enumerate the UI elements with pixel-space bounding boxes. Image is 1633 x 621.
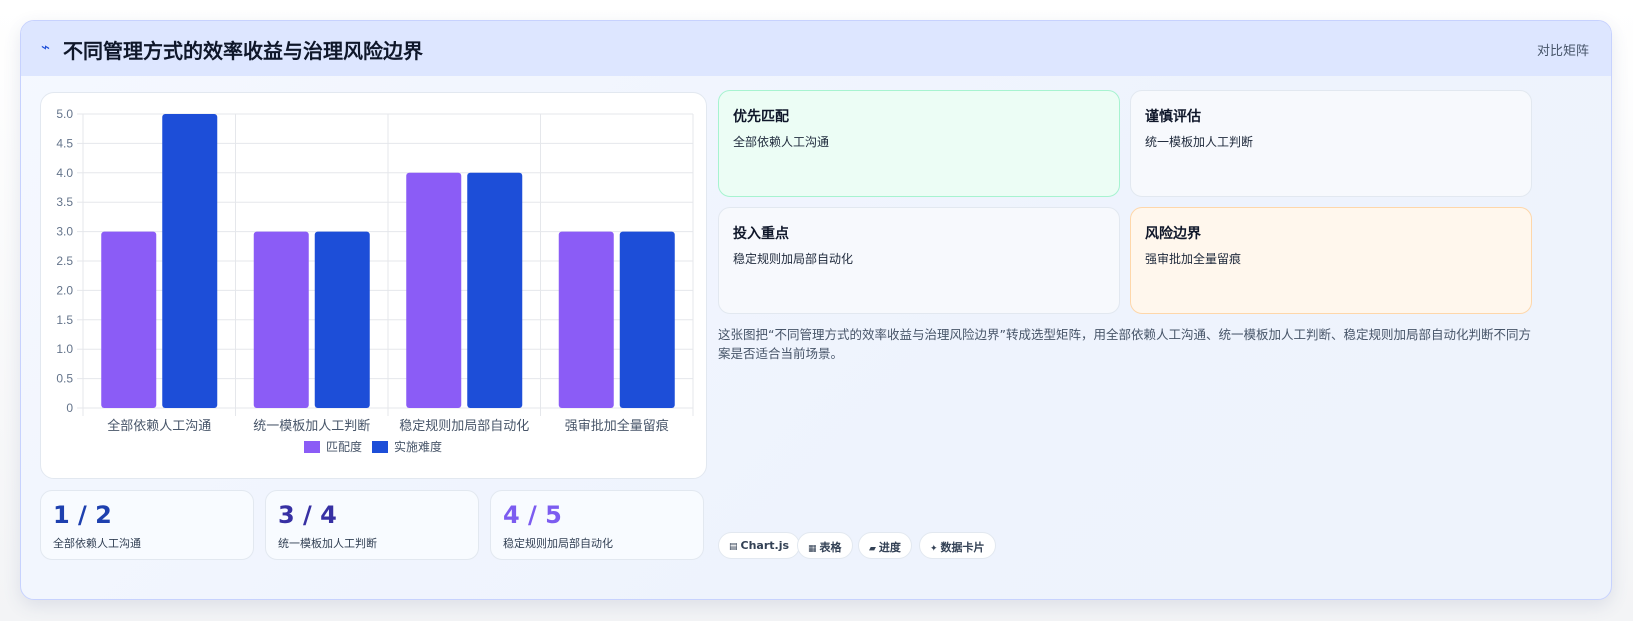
legend-swatch xyxy=(304,441,320,453)
kpi-card-1: 1 / 2 全部依赖人工沟通 xyxy=(40,490,254,560)
chart-icon: ▤ xyxy=(729,542,738,552)
legend-label: 匹配度 xyxy=(326,439,362,454)
matrix-card-title: 优先匹配 xyxy=(733,109,789,125)
tag-label: 数据卡片 xyxy=(940,541,985,554)
tag-table[interactable]: ▦ 表格 xyxy=(797,532,853,559)
kpi-label: 稳定规则加局部自动化 xyxy=(503,537,613,550)
x-tick-label: 强审批加全量留痕 xyxy=(565,418,669,434)
bar-difficulty xyxy=(162,114,218,408)
y-tick-label: 3.0 xyxy=(56,225,73,239)
y-tick-label: 4.0 xyxy=(56,166,73,180)
matrix-card-title: 投入重点 xyxy=(733,226,789,242)
matrix-card-text: 统一模板加人工判断 xyxy=(1145,135,1254,149)
tag-progress[interactable]: ▰ 进度 xyxy=(858,532,912,559)
y-tick-label: 2.0 xyxy=(56,283,73,297)
y-tick-label: 4.5 xyxy=(56,136,73,150)
card-header: ⌁ 不同管理方式的效率收益与治理风险边界 对比矩阵 xyxy=(21,21,1611,76)
matrix-card-text: 全部依赖人工沟通 xyxy=(733,135,830,149)
matrix-card-title: 风险边界 xyxy=(1145,226,1201,242)
legend-swatch xyxy=(372,441,388,453)
matrix-card-careful-eval: 谨慎评估 统一模板加人工判断 xyxy=(1130,90,1532,197)
dashboard-card: ⌁ 不同管理方式的效率收益与治理风险边界 对比矩阵 0 0.5 1.0 1.5 2.0 2… xyxy=(20,20,1612,600)
tag-data-card[interactable]: ✦ 数据卡片 xyxy=(919,532,996,559)
matrix-card-text: 强审批加全量留痕 xyxy=(1145,252,1242,266)
tag-label: 表格 xyxy=(819,541,842,554)
tag-label: Chart.js xyxy=(740,539,790,552)
bar-chart: 0 0.5 1.0 1.5 2.0 2.5 3.0 3.5 4.0 4.5 5.0 全部依赖人工沟通 统… xyxy=(56,107,694,454)
matrix-card-text: 稳定规则加局部自动化 xyxy=(733,252,854,266)
bar-difficulty xyxy=(314,231,370,408)
view-type-label: 对比矩阵 xyxy=(1536,44,1589,59)
kpi-label: 统一模板加人工判断 xyxy=(278,537,377,550)
kpi-value: 4 / 5 xyxy=(503,501,562,529)
tag-chartjs[interactable]: ▤ Chart.js xyxy=(718,532,801,559)
bar-chart-panel: 0 0.5 1.0 1.5 2.0 2.5 3.0 3.5 4.0 4.5 5.0 全部依赖人工沟通 统… xyxy=(40,92,707,479)
matrix-card-title: 谨慎评估 xyxy=(1145,109,1201,125)
y-tick-label: 5.0 xyxy=(56,107,73,121)
matrix-description: 这张图把“不同管理方式的效率收益与治理风险边界”转成选型矩阵，用全部依赖人工沟通… xyxy=(718,327,1531,361)
bar-difficulty xyxy=(619,231,675,408)
kpi-value: 1 / 2 xyxy=(53,501,112,529)
bar-match xyxy=(101,231,157,408)
legend-label: 实施难度 xyxy=(394,439,442,454)
kpi-label: 全部依赖人工沟通 xyxy=(53,537,141,550)
y-tick-label: 2.5 xyxy=(56,254,73,268)
y-tick-label: 1.0 xyxy=(56,342,73,356)
y-tick-label: 3.5 xyxy=(56,195,73,209)
x-tick-label: 稳定规则加局部自动化 xyxy=(399,418,529,434)
matrix-card-priority-match: 优先匹配 全部依赖人工沟通 xyxy=(718,90,1120,197)
kpi-card-3: 4 / 5 稳定规则加局部自动化 xyxy=(490,490,704,560)
table-icon: ▦ xyxy=(808,544,817,554)
x-tick-label: 全部依赖人工沟通 xyxy=(107,418,211,434)
tag-label: 进度 xyxy=(878,541,901,554)
bar-match xyxy=(406,172,462,408)
bar-match xyxy=(253,231,309,408)
x-tick-label: 统一模板加人工判断 xyxy=(253,419,370,434)
progress-icon: ▰ xyxy=(869,544,876,554)
y-tick-label: 0 xyxy=(66,401,73,415)
y-tick-label: 1.5 xyxy=(56,313,73,327)
y-tick-label: 0.5 xyxy=(56,372,73,386)
page-title: 不同管理方式的效率收益与治理风险边界 xyxy=(63,39,423,63)
sparkle-icon: ✦ xyxy=(930,544,938,554)
matrix-card-risk-boundary: 风险边界 强审批加全量留痕 xyxy=(1130,207,1532,314)
bar-difficulty xyxy=(467,172,523,408)
kpi-value: 3 / 4 xyxy=(278,501,337,529)
kpi-card-2: 3 / 4 统一模板加人工判断 xyxy=(265,490,479,560)
matrix-card-investment-focus: 投入重点 稳定规则加局部自动化 xyxy=(718,207,1120,314)
pulse-icon: ⌁ xyxy=(41,38,51,56)
bar-match xyxy=(558,231,614,408)
